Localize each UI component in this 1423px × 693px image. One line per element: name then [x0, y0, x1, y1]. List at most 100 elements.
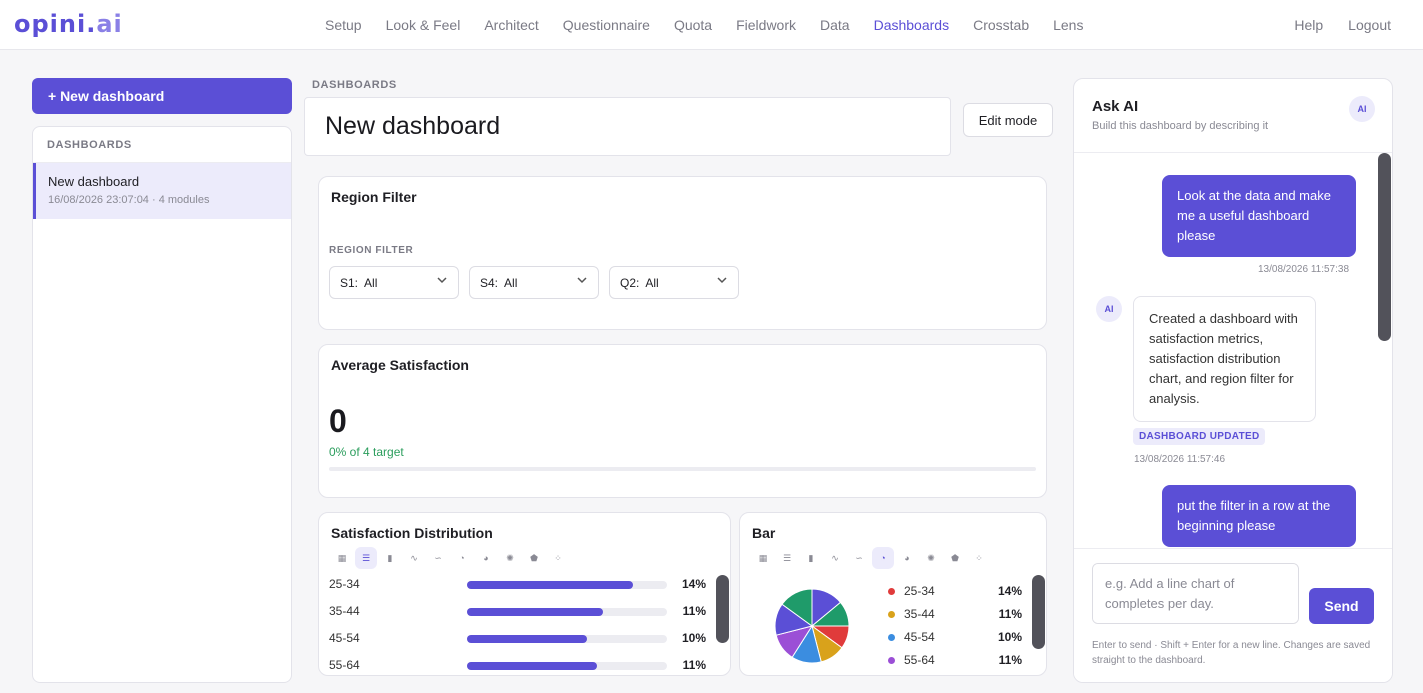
pie-chart-icon[interactable]: ◔ [451, 547, 473, 569]
nav-questionnaire[interactable]: Questionnaire [563, 17, 650, 33]
user-message: Look at the data and make me a useful da… [1162, 175, 1356, 257]
distribution-scrollbar[interactable] [716, 575, 729, 643]
polygon-chart-icon[interactable]: ⬟ [523, 547, 545, 569]
ai-prompt-input[interactable] [1092, 563, 1299, 624]
dashboard-list: DASHBOARDS New dashboard 16/08/2026 23:0… [32, 126, 292, 683]
bar-chart-card: Bar ▦ ☰ ▮ ∿ ∽ ◔ ◕ ✺ ⬟ ⁘ 25-34 14% 35-44 … [739, 512, 1047, 676]
card-title: Average Satisfaction [331, 357, 469, 373]
chart-type-toolbar: ▦ ☰ ▮ ∿ ∽ ◔ ◕ ✺ ⬟ ⁘ [752, 547, 990, 569]
column-chart-icon[interactable]: ▮ [800, 547, 822, 569]
send-button[interactable]: Send [1309, 588, 1374, 624]
logo-ai-text: ai [96, 10, 123, 38]
line-chart-icon[interactable]: ∿ [403, 547, 425, 569]
kpi-target-text: 0% of 4 target [329, 445, 404, 459]
legend-item: 55-64 11% [888, 652, 1022, 670]
row-track [467, 608, 667, 616]
nav-dashboards[interactable]: Dashboards [874, 17, 950, 33]
nav-architect[interactable]: Architect [484, 17, 538, 33]
logout-link[interactable]: Logout [1348, 17, 1391, 33]
area-chart-icon[interactable]: ∽ [848, 547, 870, 569]
donut-chart-icon[interactable]: ◕ [475, 547, 497, 569]
region-filter-card: Region Filter REGION FILTER S1: All S4: … [318, 176, 1047, 330]
legend-item: 25-34 14% [888, 583, 1022, 601]
select-name: Q2: [620, 276, 640, 290]
nav-quota[interactable]: Quota [674, 17, 712, 33]
user-message: put the filter in a row at the beginning… [1162, 485, 1356, 547]
table-icon[interactable]: ▦ [331, 547, 353, 569]
nav-setup[interactable]: Setup [325, 17, 362, 33]
row-track [467, 635, 667, 643]
nav-data[interactable]: Data [820, 17, 850, 33]
legend-label: 25-34 [904, 584, 935, 598]
table-icon[interactable]: ▦ [752, 547, 774, 569]
line-chart-icon[interactable]: ∿ [824, 547, 846, 569]
select-value: All [645, 276, 659, 290]
row-percent: 10% [681, 631, 706, 645]
row-percent: 11% [682, 658, 706, 672]
column-chart-icon[interactable]: ▮ [379, 547, 401, 569]
chat-scrollbar[interactable] [1378, 153, 1391, 341]
select-name: S4: [480, 276, 499, 290]
kpi-value: 0 [329, 403, 347, 439]
filter-select-s4[interactable]: S4: All [469, 266, 599, 299]
filter-select-s1[interactable]: S1: All [329, 266, 459, 299]
chevron-down-icon [716, 274, 728, 289]
distribution-row: 55-64 11% [329, 656, 709, 675]
nav-crosstab[interactable]: Crosstab [973, 17, 1029, 33]
scatter-chart-icon[interactable]: ⁘ [547, 547, 569, 569]
radar-chart-icon[interactable]: ✺ [499, 547, 521, 569]
nav-lens[interactable]: Lens [1053, 17, 1083, 33]
dashboard-item-meta: 16/08/2026 23:07:04 · 4 modules [48, 194, 210, 206]
scatter-chart-icon[interactable]: ⁘ [968, 547, 990, 569]
ai-header: Ask AI Build this dashboard by describin… [1074, 79, 1392, 153]
nav-look-and-feel[interactable]: Look & Feel [386, 17, 461, 33]
dashboard-title-field[interactable]: New dashboard [304, 97, 951, 156]
edit-mode-button[interactable]: Edit mode [963, 103, 1053, 137]
legend-item: 35-44 11% [888, 606, 1022, 624]
nav-fieldwork[interactable]: Fieldwork [736, 17, 796, 33]
row-track [467, 581, 667, 589]
row-label: 35-44 [329, 604, 360, 618]
select-value: All [504, 276, 518, 290]
pie-chart [774, 588, 850, 664]
top-bar: opini.ai Setup Look & Feel Architect Que… [0, 0, 1423, 50]
row-label: 45-54 [329, 631, 360, 645]
pie-chart-icon[interactable]: ◔ [872, 547, 894, 569]
distribution-row: 25-34 14% [329, 575, 709, 595]
row-fill-bar [467, 581, 633, 589]
select-name: S1: [340, 276, 359, 290]
message-timestamp: 13/08/2026 11:57:38 [1258, 264, 1350, 275]
ask-ai-panel: Ask AI Build this dashboard by describin… [1073, 78, 1393, 683]
ai-subtitle: Build this dashboard by describing it [1092, 120, 1269, 132]
opini-logo[interactable]: opini.ai [14, 10, 123, 38]
card-title: Satisfaction Distribution [331, 525, 493, 541]
chevron-down-icon [576, 274, 588, 289]
help-link[interactable]: Help [1294, 17, 1323, 33]
main-nav: Setup Look & Feel Architect Questionnair… [325, 17, 1107, 33]
row-label: 25-34 [329, 577, 360, 591]
radar-chart-icon[interactable]: ✺ [920, 547, 942, 569]
chart-scrollbar[interactable] [1032, 575, 1045, 649]
legend-label: 45-54 [904, 630, 935, 644]
card-title: Region Filter [331, 189, 417, 205]
nav-right: Help Logout [1269, 17, 1391, 33]
area-chart-icon[interactable]: ∽ [427, 547, 449, 569]
horizontal-bar-icon[interactable]: ☰ [355, 547, 377, 569]
horizontal-bar-icon[interactable]: ☰ [776, 547, 798, 569]
polygon-chart-icon[interactable]: ⬟ [944, 547, 966, 569]
row-percent: 11% [682, 604, 706, 618]
distribution-row: 35-44 11% [329, 602, 709, 622]
filter-label: REGION FILTER [329, 245, 414, 256]
donut-chart-icon[interactable]: ◕ [896, 547, 918, 569]
legend-percent: 11% [998, 607, 1022, 621]
filter-select-q2[interactable]: Q2: All [609, 266, 739, 299]
satisfaction-distribution-card: Satisfaction Distribution ▦ ☰ ▮ ∿ ∽ ◔ ◕ … [318, 512, 731, 676]
ai-message: Created a dashboard with satisfaction me… [1133, 296, 1316, 422]
legend-percent: 14% [997, 584, 1022, 598]
legend-label: 55-64 [904, 653, 935, 667]
select-value: All [364, 276, 378, 290]
composer-hint: Enter to send · Shift + Enter for a new … [1092, 640, 1371, 666]
row-fill-bar [467, 635, 587, 643]
new-dashboard-button[interactable]: + New dashboard [32, 78, 292, 114]
dashboard-list-item[interactable]: New dashboard 16/08/2026 23:07:04 · 4 mo… [33, 163, 291, 219]
